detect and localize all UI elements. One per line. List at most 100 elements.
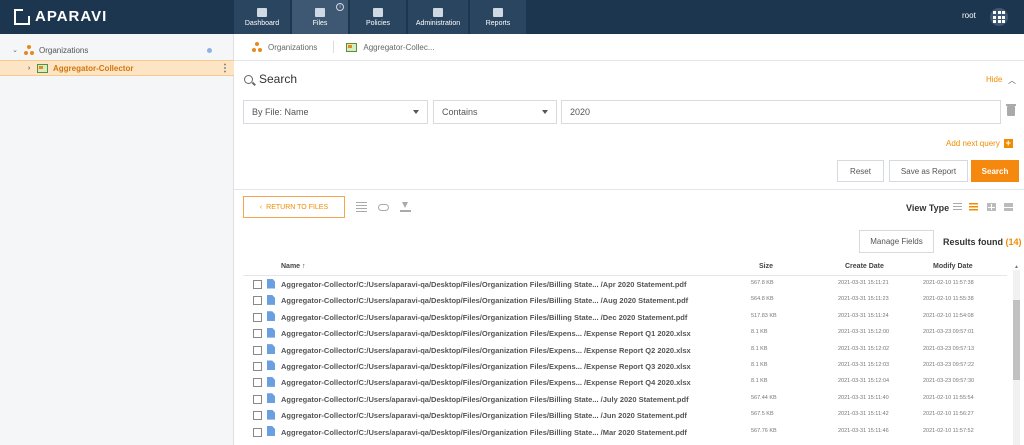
view-type-label: View Type — [906, 203, 950, 213]
file-create-date: 2021-03-31 15:11:46 — [838, 427, 889, 434]
row-checkbox[interactable] — [253, 345, 262, 355]
compact-list-icon[interactable] — [953, 203, 962, 211]
column-header-size[interactable]: Size — [759, 263, 773, 270]
user-menu[interactable]: root — [962, 11, 976, 20]
tree-node-organizations[interactable]: ⌄ Organizations — [0, 42, 234, 58]
scrollbar[interactable] — [1013, 270, 1020, 445]
file-create-date: 2021-03-31 15:11:40 — [838, 394, 889, 401]
caret-down-icon — [542, 110, 548, 114]
add-next-query-link[interactable]: Add next query + — [946, 139, 1013, 148]
file-name[interactable]: Aggregator-Collector/C:/Users/aparavi-qa… — [281, 362, 691, 371]
file-create-date: 2021-03-31 15:11:21 — [838, 280, 889, 286]
file-name[interactable]: Aggregator-Collector/C:/Users/aparavi-qa… — [281, 378, 691, 387]
info-icon[interactable]: i — [336, 3, 344, 11]
file-name[interactable]: Aggregator-Collector/C:/Users/aparavi-qa… — [281, 395, 689, 404]
row-checkbox[interactable] — [253, 394, 262, 404]
row-checkbox[interactable] — [253, 378, 262, 388]
search-icon — [244, 74, 253, 84]
reset-button[interactable]: Reset — [837, 160, 884, 182]
return-to-files-button[interactable]: ‹ RETURN TO FILES — [243, 196, 345, 218]
file-size: 8.1 KB — [751, 345, 768, 352]
file-name[interactable]: Aggregator-Collector/C:/Users/aparavi-qa… — [281, 428, 687, 437]
row-checkbox[interactable] — [253, 411, 262, 421]
table-row[interactable]: Aggregator-Collector/C:/Users/aparavi-qa… — [243, 407, 1007, 423]
more-options-icon[interactable]: ⋮ — [220, 63, 230, 74]
clipboard-icon — [493, 7, 503, 17]
breadcrumb-aggregator[interactable]: Aggregator-Collec... — [346, 42, 435, 52]
table-row[interactable]: Aggregator-Collector/C:/Users/aparavi-qa… — [243, 276, 1007, 292]
list-view-icon[interactable] — [969, 203, 978, 211]
search-value-input[interactable]: 2020 — [561, 100, 1001, 124]
file-name[interactable]: Aggregator-Collector/C:/Users/aparavi-qa… — [281, 411, 687, 420]
nav-policies[interactable]: Policies — [350, 0, 406, 34]
column-header-modify-date[interactable]: Modify Date — [933, 263, 973, 270]
file-name[interactable]: Aggregator-Collector/C:/Users/aparavi-qa… — [281, 346, 691, 355]
breadcrumb-organizations[interactable]: Organizations — [252, 42, 317, 52]
hide-search-link[interactable]: Hide — [986, 75, 1002, 84]
field-select[interactable]: By File: Name — [243, 100, 428, 124]
nav-reports-label: Reports — [485, 19, 511, 27]
table-row[interactable]: Aggregator-Collector/C:/Users/aparavi-qa… — [243, 292, 1007, 308]
row-checkbox[interactable] — [253, 329, 262, 339]
nav-dashboard[interactable]: Dashboard — [234, 0, 290, 34]
download-icon[interactable] — [400, 202, 411, 212]
chevron-right-icon[interactable]: › — [24, 65, 34, 72]
file-create-date: 2021-03-31 15:11:24 — [838, 312, 889, 319]
file-create-date: 2021-03-31 15:12:02 — [838, 345, 890, 352]
table-body: Aggregator-Collector/C:/Users/aparavi-qa… — [243, 276, 1007, 440]
column-header-name[interactable]: Name ↑ — [281, 263, 306, 270]
field-select-value: By File: Name — [252, 107, 309, 117]
organization-icon — [252, 42, 262, 52]
aparavi-logo[interactable]: APARAVI — [14, 8, 107, 25]
file-size: 567.76 KB — [751, 427, 777, 434]
link-icon[interactable] — [378, 204, 389, 211]
file-create-date: 2021-03-31 15:12:03 — [838, 361, 890, 368]
table-row[interactable]: Aggregator-Collector/C:/Users/aparavi-qa… — [243, 309, 1007, 325]
scrollbar-thumb[interactable] — [1013, 300, 1020, 380]
add-query-label: Add next query — [946, 139, 1000, 148]
nav-reports[interactable]: Reports — [470, 0, 526, 34]
checklist-icon[interactable] — [356, 202, 367, 212]
file-name[interactable]: Aggregator-Collector/C:/Users/aparavi-qa… — [281, 296, 688, 305]
apps-grid-icon[interactable] — [990, 8, 1008, 26]
breadcrumb: Organizations Aggregator-Collec... — [234, 34, 1024, 61]
row-checkbox[interactable] — [253, 312, 262, 322]
card-view-icon[interactable] — [1004, 203, 1013, 211]
save-as-report-button[interactable]: Save as Report — [889, 160, 968, 182]
row-checkbox[interactable] — [253, 361, 262, 371]
table-row[interactable]: Aggregator-Collector/C:/Users/aparavi-qa… — [243, 325, 1007, 341]
file-name[interactable]: Aggregator-Collector/C:/Users/aparavi-qa… — [281, 329, 691, 338]
search-button[interactable]: Search — [971, 160, 1019, 182]
scroll-up-icon[interactable]: ▲ — [1013, 264, 1020, 270]
file-name[interactable]: Aggregator-Collector/C:/Users/aparavi-qa… — [281, 313, 687, 322]
chevron-down-icon[interactable]: ⌄ — [10, 46, 20, 54]
grid-view-icon[interactable] — [987, 203, 996, 211]
tree-node-aggregator-collector[interactable]: › Aggregator-Collector ⋮ — [0, 60, 234, 76]
file-size: 567.8 KB — [751, 280, 774, 286]
table-row[interactable]: Aggregator-Collector/C:/Users/aparavi-qa… — [243, 342, 1007, 358]
row-checkbox[interactable] — [253, 296, 262, 306]
results-found: Results found (14) — [943, 237, 1022, 247]
nav-administration[interactable]: Administration — [408, 0, 468, 34]
chevron-up-icon[interactable]: ︿ — [1008, 75, 1016, 86]
table-row[interactable]: Aggregator-Collector/C:/Users/aparavi-qa… — [243, 374, 1007, 390]
file-size: 564.8 KB — [751, 296, 774, 303]
operator-select[interactable]: Contains — [433, 100, 557, 124]
manage-fields-button[interactable]: Manage Fields — [859, 230, 934, 253]
row-checkbox[interactable] — [253, 280, 262, 289]
file-size: 8.1 KB — [751, 361, 768, 368]
table-row[interactable]: Aggregator-Collector/C:/Users/aparavi-qa… — [243, 424, 1007, 440]
nav-files[interactable]: Files i — [292, 0, 348, 34]
table-header: Name ↑ Size Create Date Modify Date — [243, 258, 1007, 276]
file-modify-date: 2021-02-10 11:54:08 — [923, 312, 974, 319]
trash-icon[interactable] — [1006, 104, 1016, 116]
file-icon — [267, 409, 275, 420]
column-header-create-date[interactable]: Create Date — [845, 263, 884, 270]
users-icon — [433, 7, 443, 17]
table-row[interactable]: Aggregator-Collector/C:/Users/aparavi-qa… — [243, 391, 1007, 407]
table-row[interactable]: Aggregator-Collector/C:/Users/aparavi-qa… — [243, 358, 1007, 374]
main-content: Organizations Aggregator-Collec... Searc… — [234, 34, 1024, 445]
results-label: Results found — [943, 237, 1003, 247]
file-name[interactable]: Aggregator-Collector/C:/Users/aparavi-qa… — [281, 280, 687, 289]
row-checkbox[interactable] — [253, 427, 262, 437]
